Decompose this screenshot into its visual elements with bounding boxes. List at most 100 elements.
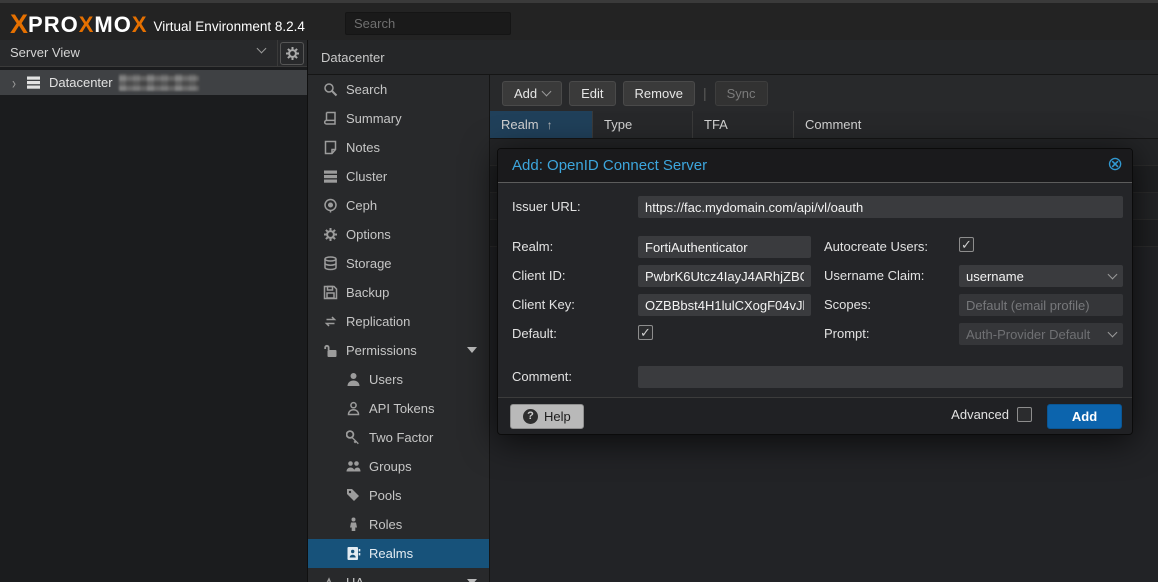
sidebar-item-backup[interactable]: Backup bbox=[308, 278, 489, 307]
sidebar-item-ha[interactable]: HA bbox=[308, 568, 489, 582]
help-button[interactable]: ? Help bbox=[510, 404, 584, 429]
username-claim-label: Username Claim: bbox=[824, 268, 924, 283]
heartbeat-icon bbox=[322, 575, 338, 582]
dialog-title: Add: OpenID Connect Server bbox=[512, 157, 707, 174]
sidebar-item-realms[interactable]: Realms bbox=[308, 539, 489, 568]
add-openid-dialog: Add: OpenID Connect Server ⊗ Issuer URL:… bbox=[497, 148, 1133, 435]
expand-caret-icon[interactable]: › bbox=[12, 73, 16, 93]
advanced-label: Advanced bbox=[951, 407, 1009, 422]
close-icon[interactable]: ⊗ bbox=[1107, 154, 1123, 176]
sidebar-item-storage[interactable]: Storage bbox=[308, 249, 489, 278]
sidebar-item-label: Ceph bbox=[346, 198, 377, 213]
question-icon: ? bbox=[523, 409, 538, 424]
proxmox-x-icon: X bbox=[10, 9, 26, 40]
unlock-icon bbox=[322, 343, 338, 358]
add-submit-button[interactable]: Add bbox=[1047, 404, 1122, 429]
sidebar-item-summary[interactable]: Summary bbox=[308, 104, 489, 133]
realms-table-header: Realm↑TypeTFA Comment bbox=[490, 111, 1158, 139]
version-subtitle: Virtual Environment 8.2.4 bbox=[154, 19, 305, 34]
brand-word: PROXMOX bbox=[28, 12, 148, 38]
advanced-toggle: Advanced bbox=[951, 407, 1032, 422]
sidebar-item-label: Permissions bbox=[346, 343, 417, 358]
user-icon bbox=[345, 372, 361, 387]
sidebar-item-label: Summary bbox=[346, 111, 402, 126]
proxmox-logo: X PROXMOX Virtual Environment 8.2.4 bbox=[10, 9, 305, 40]
add-button[interactable]: Add bbox=[502, 81, 562, 106]
scopes-label: Scopes: bbox=[824, 297, 871, 312]
realm-input[interactable] bbox=[638, 236, 811, 258]
issuer-url-input[interactable] bbox=[638, 196, 1123, 218]
sidebar-item-label: Realms bbox=[369, 546, 413, 561]
username-claim-select[interactable]: username bbox=[959, 265, 1123, 287]
gear-icon bbox=[322, 227, 338, 242]
column-header-comment[interactable]: Comment bbox=[794, 111, 1158, 138]
breadcrumb: Datacenter bbox=[308, 40, 1158, 75]
edit-button[interactable]: Edit bbox=[569, 81, 615, 106]
sidebar-item-api-tokens[interactable]: API Tokens bbox=[308, 394, 489, 423]
sidebar-item-roles[interactable]: Roles bbox=[308, 510, 489, 539]
view-selector-bar: Server View bbox=[0, 40, 307, 67]
column-header-tfa[interactable]: TFA bbox=[693, 111, 794, 138]
dialog-footer: ? Help Advanced Add bbox=[498, 397, 1132, 434]
column-header-realm[interactable]: Realm↑ bbox=[490, 111, 593, 138]
prompt-select[interactable]: Auth-Provider Default bbox=[959, 323, 1123, 345]
default-checkbox[interactable]: ✓ bbox=[638, 325, 653, 340]
dialog-header[interactable]: Add: OpenID Connect Server ⊗ bbox=[498, 149, 1132, 183]
column-header-type[interactable]: Type bbox=[593, 111, 693, 138]
autocreate-users-label: Autocreate Users: bbox=[824, 239, 928, 254]
sidebar-item-label: Storage bbox=[346, 256, 392, 271]
comment-input[interactable] bbox=[638, 366, 1123, 388]
issuer-url-label: Issuer URL: bbox=[512, 199, 581, 214]
datacenter-icon bbox=[26, 75, 41, 90]
datacenter-nav-menu: Search Summary Notes Cluster Ceph Options Stor… bbox=[308, 75, 490, 582]
proxmox-app: X PROXMOX Virtual Environment 8.2.4 Serv… bbox=[0, 0, 1158, 582]
column-header-label: Comment bbox=[805, 117, 861, 132]
realms-toolbar: Add Edit Remove | Sync bbox=[490, 75, 1158, 111]
global-search-input[interactable] bbox=[345, 12, 511, 35]
sidebar-item-options[interactable]: Options bbox=[308, 220, 489, 249]
person-icon bbox=[345, 517, 361, 532]
sidebar-item-ceph[interactable]: Ceph bbox=[308, 191, 489, 220]
view-selector-label: Server View bbox=[10, 45, 80, 60]
add-button-label: Add bbox=[514, 86, 537, 101]
advanced-checkbox[interactable] bbox=[1017, 407, 1032, 422]
resource-tree-panel: Server View › Datacenter bbox=[0, 40, 308, 582]
sidebar-item-label: Two Factor bbox=[369, 430, 433, 445]
cluster-icon bbox=[322, 169, 338, 184]
sidebar-item-label: Cluster bbox=[346, 169, 387, 184]
chevron-down-icon bbox=[1108, 327, 1118, 337]
edit-button-label: Edit bbox=[581, 86, 603, 101]
remove-button[interactable]: Remove bbox=[623, 81, 695, 106]
book-icon bbox=[322, 111, 338, 126]
chevron-down-icon bbox=[542, 86, 552, 96]
toolbar-separator: | bbox=[703, 85, 707, 101]
client-id-input[interactable] bbox=[638, 265, 811, 287]
sidebar-item-search[interactable]: Search bbox=[308, 75, 489, 104]
id-card-icon bbox=[345, 546, 361, 561]
sidebar-item-groups[interactable]: Groups bbox=[308, 452, 489, 481]
replication-icon bbox=[322, 314, 338, 329]
scopes-input[interactable] bbox=[959, 294, 1123, 316]
sidebar-item-replication[interactable]: Replication bbox=[308, 307, 489, 336]
view-selector-dropdown[interactable]: Server View bbox=[0, 40, 278, 67]
search-icon bbox=[322, 82, 338, 97]
sidebar-item-notes[interactable]: Notes bbox=[308, 133, 489, 162]
sidebar-item-users[interactable]: Users bbox=[308, 365, 489, 394]
tree-item-datacenter[interactable]: › Datacenter bbox=[0, 70, 307, 95]
client-key-input[interactable] bbox=[638, 294, 811, 316]
sidebar-item-permissions[interactable]: Permissions bbox=[308, 336, 489, 365]
sidebar-item-cluster[interactable]: Cluster bbox=[308, 162, 489, 191]
caret-down-icon[interactable] bbox=[467, 347, 477, 353]
sidebar-item-label: Replication bbox=[346, 314, 410, 329]
sync-button[interactable]: Sync bbox=[715, 81, 768, 106]
autocreate-users-checkbox[interactable]: ✓ bbox=[959, 237, 974, 252]
sidebar-item-pools[interactable]: Pools bbox=[308, 481, 489, 510]
prompt-value: Auth-Provider Default bbox=[966, 327, 1109, 342]
sidebar-item-label: Options bbox=[346, 227, 391, 242]
client-id-label: Client ID: bbox=[512, 268, 565, 283]
tree-settings-button[interactable] bbox=[280, 42, 304, 65]
database-icon bbox=[322, 256, 338, 271]
sidebar-item-label: Users bbox=[369, 372, 403, 387]
sidebar-item-two-factor[interactable]: Two Factor bbox=[308, 423, 489, 452]
floppy-icon bbox=[322, 285, 338, 300]
